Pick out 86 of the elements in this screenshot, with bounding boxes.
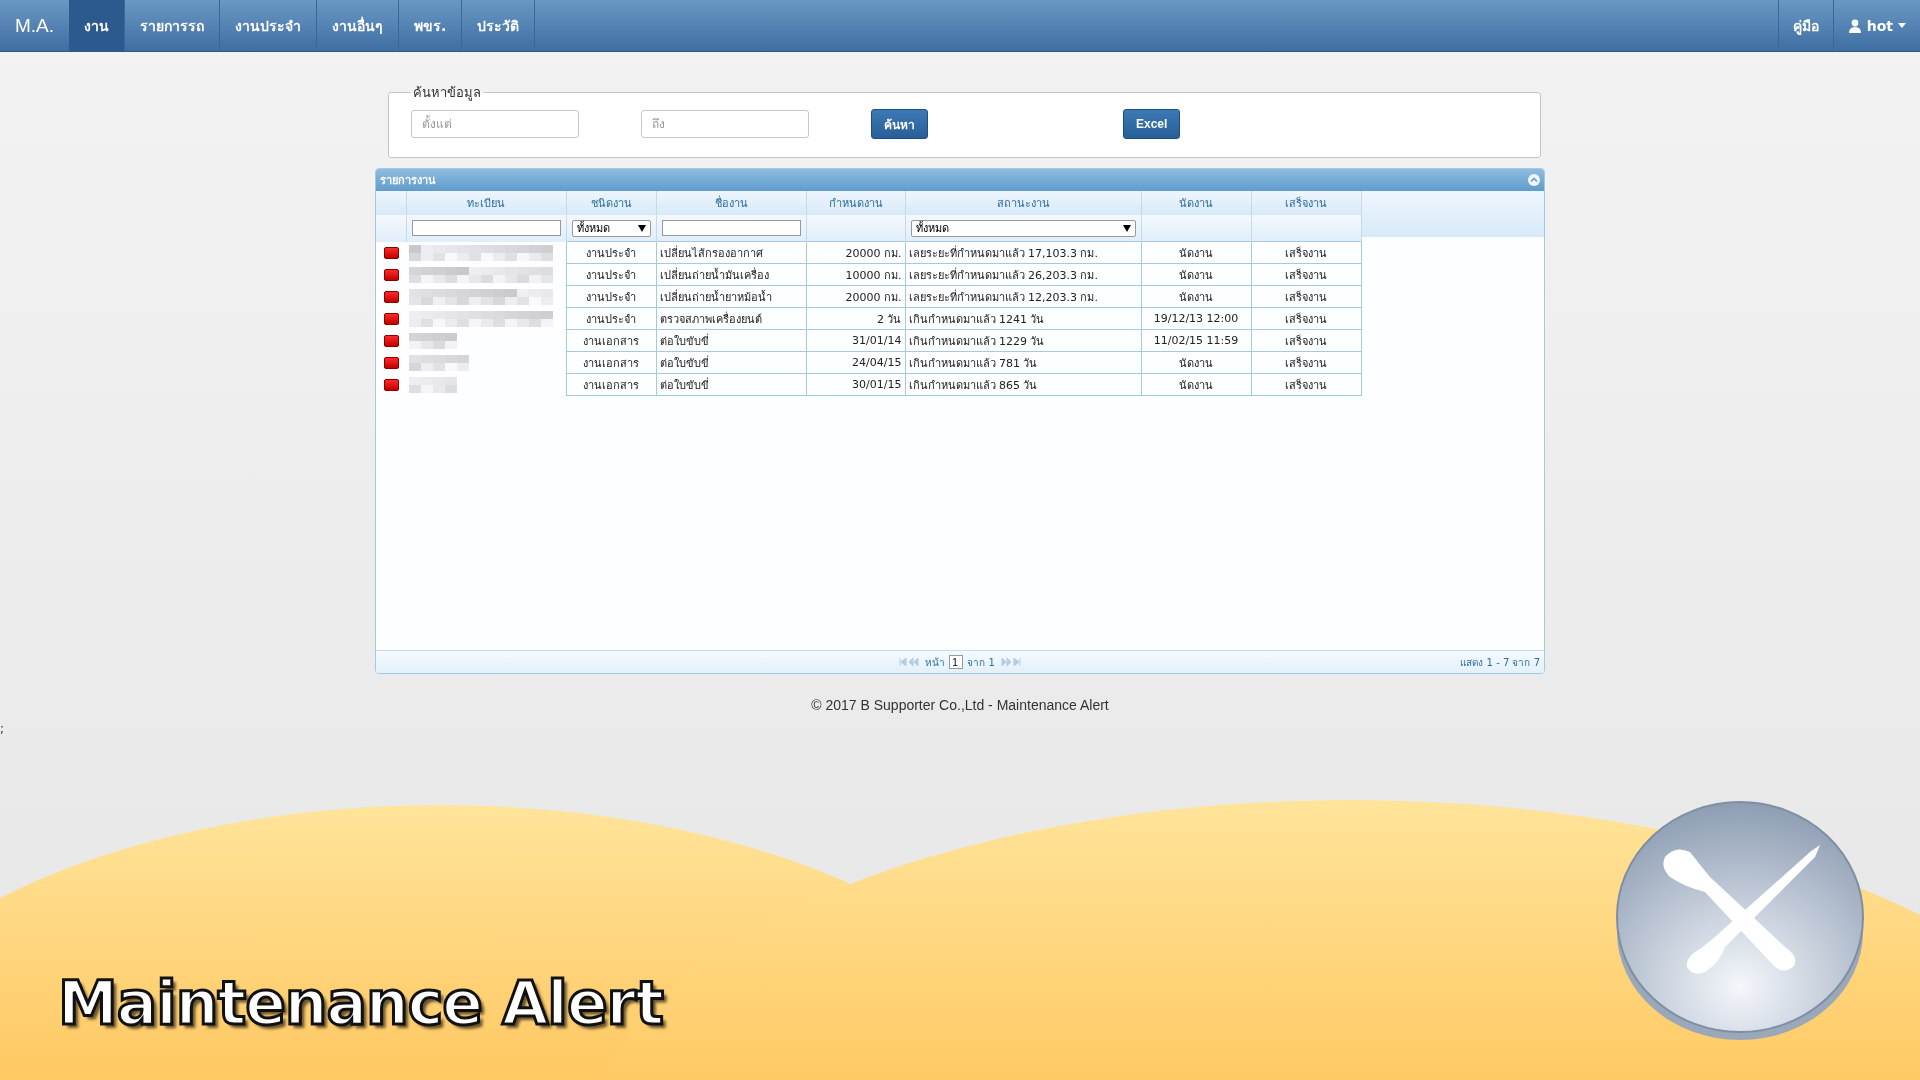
- end-date-field[interactable]: ถึง: [641, 110, 809, 138]
- table-cell: เลยระยะที่กำหนดมาแล้ว 12,203.3 กม.: [905, 285, 1141, 308]
- column-header[interactable]: ชื่องาน: [714, 197, 748, 210]
- banner-title: Maintenance Alert: [58, 968, 663, 1038]
- filter-dropdown[interactable]: ทั้งหมด: [571, 219, 651, 237]
- stray-mark: ;: [0, 722, 5, 736]
- copyright-text: © 2017 B Supporter Co.,Ltd - Maintenance Alert: [811, 697, 1109, 713]
- row-action-button[interactable]: [383, 290, 399, 303]
- table-cell: งานเอกสาร: [566, 373, 656, 396]
- column-header[interactable]: เสร็จงาน: [1285, 197, 1327, 210]
- row-action-button[interactable]: [383, 268, 399, 281]
- table-cell: นัดงาน: [1141, 373, 1251, 396]
- table-cell: เสร็จงาน: [1251, 351, 1361, 374]
- dropdown-arrow-icon: [637, 224, 646, 232]
- nav-tab[interactable]: งาน: [69, 0, 126, 51]
- page-count: จาก 1: [967, 655, 995, 670]
- table-cell: นัดงาน: [1141, 351, 1251, 374]
- table-cell: 20000 กม.: [806, 241, 905, 264]
- table-cell: 31/01/14: [806, 329, 905, 352]
- nav-tab[interactable]: งานประจำ: [220, 0, 318, 51]
- nav-tab[interactable]: พขร.: [399, 0, 463, 51]
- table-cell: ตรวจสภาพเครื่องยนต์: [656, 307, 806, 330]
- table-cell: เกินกำหนดมาแล้ว 1241 วัน: [905, 307, 1141, 330]
- table-cell: 20000 กม.: [806, 285, 905, 308]
- table-cell: 2 วัน: [806, 307, 905, 330]
- column-header[interactable]: สถานะงาน: [996, 197, 1050, 210]
- table-cell: เสร็จงาน: [1251, 241, 1361, 264]
- table-cell: งานประจำ: [566, 285, 656, 308]
- table-cell: เกินกำหนดมาแล้ว 865 วัน: [905, 373, 1141, 396]
- table-cell: ต่อใบขับขี่: [656, 351, 806, 374]
- table-cell: งานประจำ: [566, 307, 656, 330]
- table-cell: ต่อใบขับขี่: [656, 373, 806, 396]
- table-cell: 24/04/15: [806, 351, 905, 374]
- column-header[interactable]: กำหนดงาน: [828, 197, 883, 210]
- dropdown-arrow-icon: [1122, 224, 1131, 232]
- table-cell: เสร็จงาน: [1251, 329, 1361, 352]
- table-cell: 10000 กม.: [806, 263, 905, 286]
- record-summary: แสดง 1 - 7 จาก 7: [1460, 656, 1540, 670]
- table-cell: เปลี่ยนถ่ายน้ำยาหม้อน้ำ: [656, 285, 806, 308]
- grid-title: รายการงาน: [380, 173, 436, 189]
- nav-tab[interactable]: ประวัติ: [462, 0, 536, 51]
- table-cell: เลยระยะที่กำหนดมาแล้ว 26,203.3 กม.: [905, 263, 1141, 286]
- table-cell: นัดงาน: [1141, 263, 1251, 286]
- brand-logo[interactable]: M.A.: [0, 0, 70, 51]
- table-cell: งานประจำ: [566, 241, 656, 264]
- table-cell: งานประจำ: [566, 263, 656, 286]
- page-label: หน้า: [925, 655, 946, 670]
- table-cell: 19/12/13 12:00: [1141, 307, 1251, 330]
- table-cell: 30/01/15: [806, 373, 905, 396]
- table-cell: เสร็จงาน: [1251, 285, 1361, 308]
- row-action-button[interactable]: [383, 246, 399, 259]
- column-header[interactable]: ชนิดงาน: [590, 197, 632, 210]
- table-cell: นัดงาน: [1141, 241, 1251, 264]
- filter-dropdown[interactable]: ทั้งหมด: [910, 219, 1136, 237]
- table-cell: ต่อใบขับขี่: [656, 329, 806, 352]
- row-action-button[interactable]: [383, 378, 399, 391]
- panel-legend: ค้นหาข้อมูล: [411, 82, 483, 103]
- table-cell: งานเอกสาร: [566, 351, 656, 374]
- table-cell: เลยระยะที่กำหนดมาแล้ว 17,103.3 กม.: [905, 241, 1141, 264]
- caret-icon: [1898, 23, 1906, 28]
- table-cell: เกินกำหนดมาแล้ว 781 วัน: [905, 351, 1141, 374]
- search-button[interactable]: ค้นหา: [871, 109, 928, 139]
- start-date-field[interactable]: ตั้งแต่: [411, 110, 579, 138]
- table-cell: เปลี่ยนถ่ายน้ำมันเครื่อง: [656, 263, 806, 286]
- nav-tab[interactable]: งานอื่นๆ: [317, 0, 400, 51]
- user-menu[interactable]: hot: [1832, 0, 1920, 51]
- column-header[interactable]: นัดงาน: [1179, 197, 1213, 210]
- table-cell: เปลี่ยนไส้กรองอากาศ: [656, 241, 806, 264]
- nav-tab[interactable]: รายการรถ: [125, 0, 221, 51]
- table-cell: เกินกำหนดมาแล้ว 1229 วัน: [905, 329, 1141, 352]
- row-action-button[interactable]: [383, 356, 399, 369]
- manual-link[interactable]: คู่มือ: [1777, 0, 1833, 51]
- page-field[interactable]: 1: [949, 655, 964, 669]
- user-icon: [1847, 18, 1862, 33]
- column-header[interactable]: ทะเบียน: [467, 197, 505, 210]
- table-cell: เสร็จงาน: [1251, 263, 1361, 286]
- filter-field[interactable]: [661, 220, 801, 236]
- table-cell: งานเอกสาร: [566, 329, 656, 352]
- excel-button[interactable]: Excel: [1123, 109, 1181, 139]
- row-action-button[interactable]: [383, 334, 399, 347]
- filter-field[interactable]: [411, 220, 561, 237]
- row-action-button[interactable]: [383, 312, 399, 325]
- table-cell: เสร็จงาน: [1251, 307, 1361, 330]
- table-cell: เสร็จงาน: [1251, 373, 1361, 396]
- table-cell: นัดงาน: [1141, 285, 1251, 308]
- table-cell: 11/02/15 11:59: [1141, 329, 1251, 352]
